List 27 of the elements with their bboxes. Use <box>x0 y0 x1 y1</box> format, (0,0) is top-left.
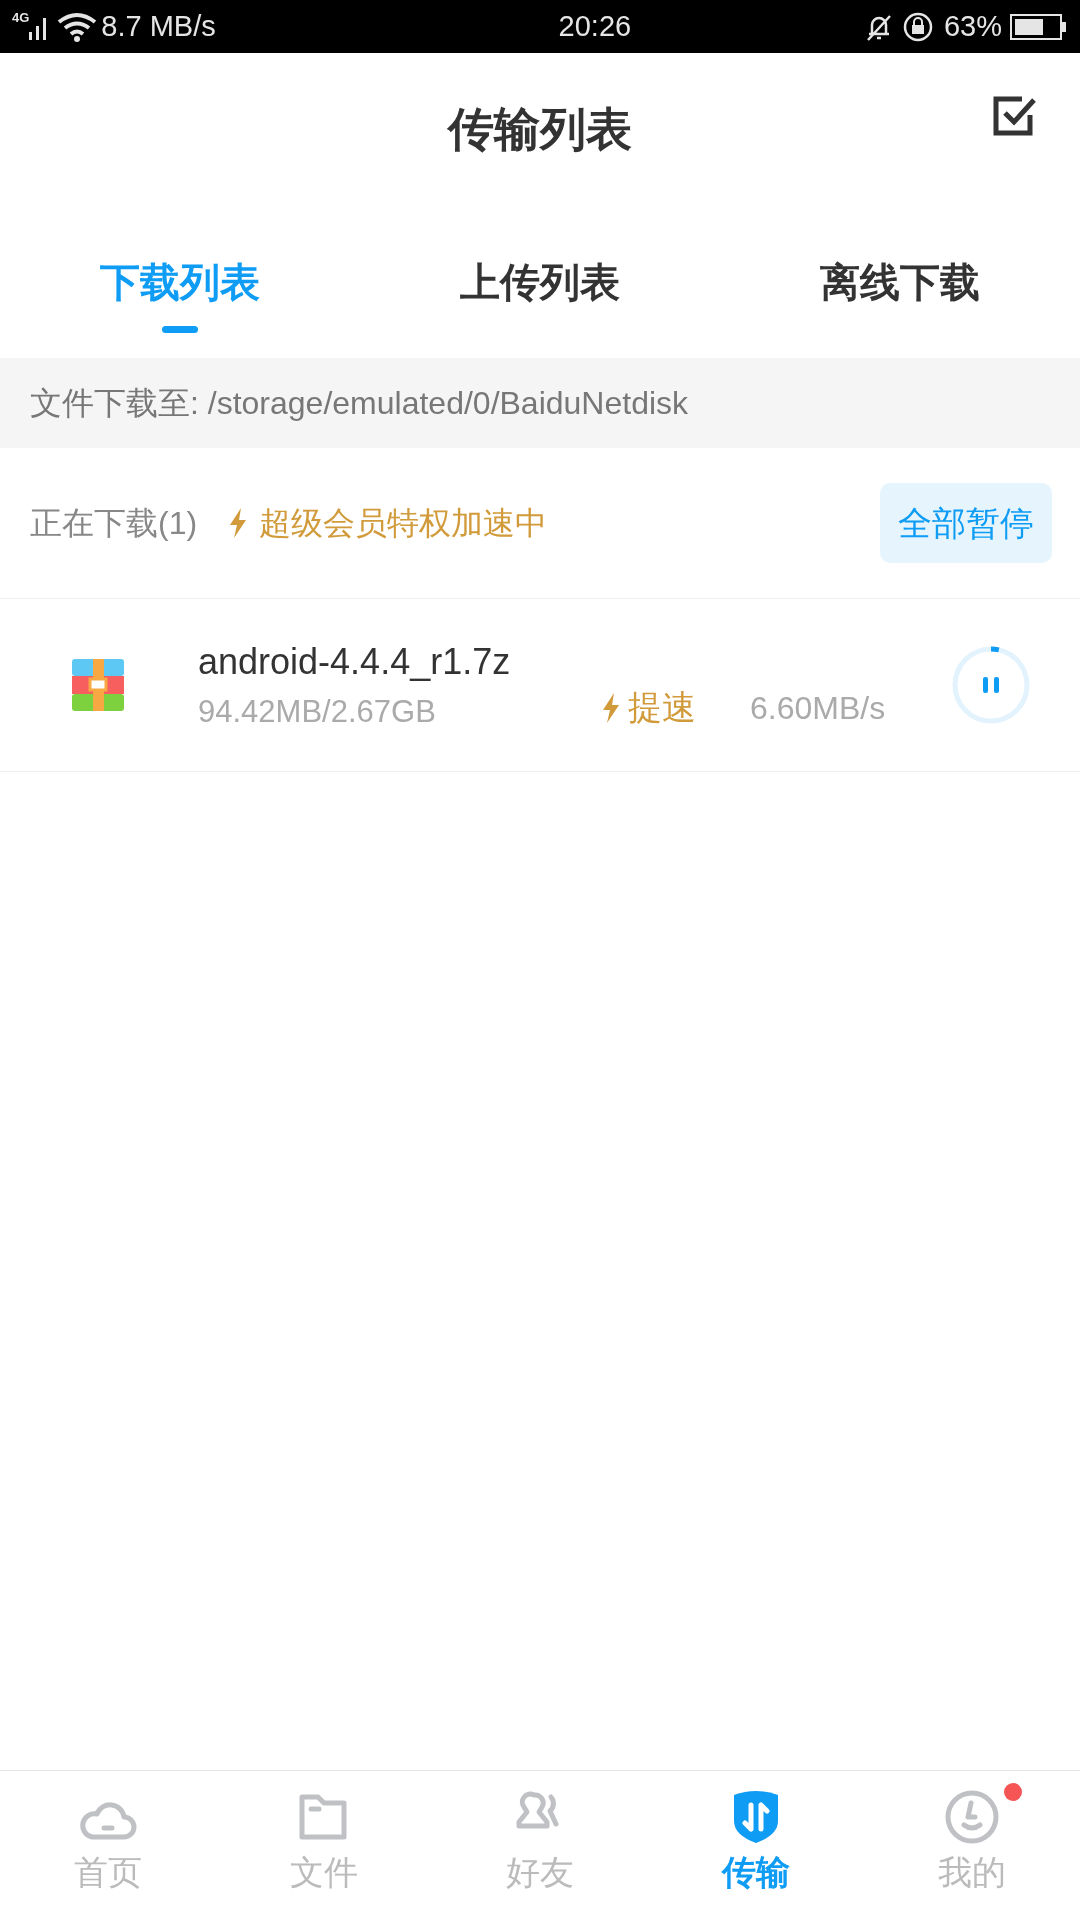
battery-percent: 63% <box>943 8 1002 44</box>
tab[interactable]: 下载列表 <box>0 180 360 358</box>
tab-indicator <box>162 326 198 333</box>
section-title: 正在下载(1) <box>30 504 198 543</box>
nav-tab[interactable]: 好友 <box>432 1771 648 1920</box>
page-title: 传输列表 <box>448 102 632 157</box>
download-path: 文件下载至: /storage/emulated/0/BaiduNetdisk <box>30 384 689 423</box>
pause-button[interactable] <box>950 644 1032 726</box>
wifi-icon <box>57 11 98 42</box>
download-speed: 6.60MB/s <box>750 688 887 728</box>
battery-icon <box>1010 13 1068 40</box>
file-name: android-4.4.4_r1.7z <box>198 639 512 684</box>
file-size: 94.42MB/2.67GB <box>198 692 437 731</box>
vip-note: 超级会员特权加速中 <box>259 504 548 543</box>
network-speed: 8.7 MB/s <box>101 8 216 44</box>
archive-file-icon <box>72 659 124 711</box>
tab[interactable]: 上传列表 <box>360 180 720 358</box>
clock: 20:26 <box>557 8 632 44</box>
nav-tab[interactable]: 传输 <box>648 1771 864 1920</box>
tab[interactable]: 离线下载 <box>720 180 1080 358</box>
nav-tab[interactable]: 我的 <box>864 1771 1080 1920</box>
nav-tab[interactable]: 文件 <box>216 1771 432 1920</box>
pause-all-button[interactable]: 全部暂停 <box>880 483 1052 563</box>
boost-link[interactable]: 提速 <box>628 682 696 733</box>
nav-tab[interactable]: 首页 <box>0 1771 216 1920</box>
network-type: 4G <box>12 9 30 27</box>
lightning-icon <box>600 691 622 724</box>
